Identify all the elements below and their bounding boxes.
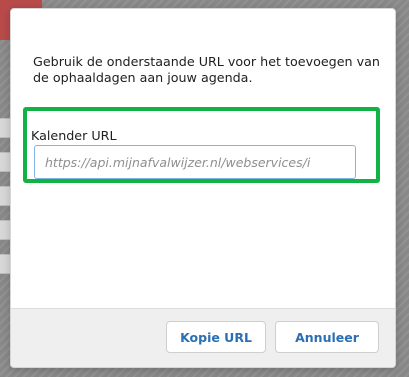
cancel-button[interactable]: Annuleer xyxy=(275,321,379,353)
calendar-url-label: Kalender URL xyxy=(31,128,117,143)
dialog-footer: Kopie URL Annuleer xyxy=(11,308,395,367)
dialog-intro-text: Gebruik de onderstaande URL voor het toe… xyxy=(33,54,380,85)
copy-url-button[interactable]: Kopie URL xyxy=(166,321,266,353)
calendar-url-input[interactable] xyxy=(34,145,356,179)
calendar-url-dialog: Gebruik de onderstaande URL voor het toe… xyxy=(10,8,396,368)
